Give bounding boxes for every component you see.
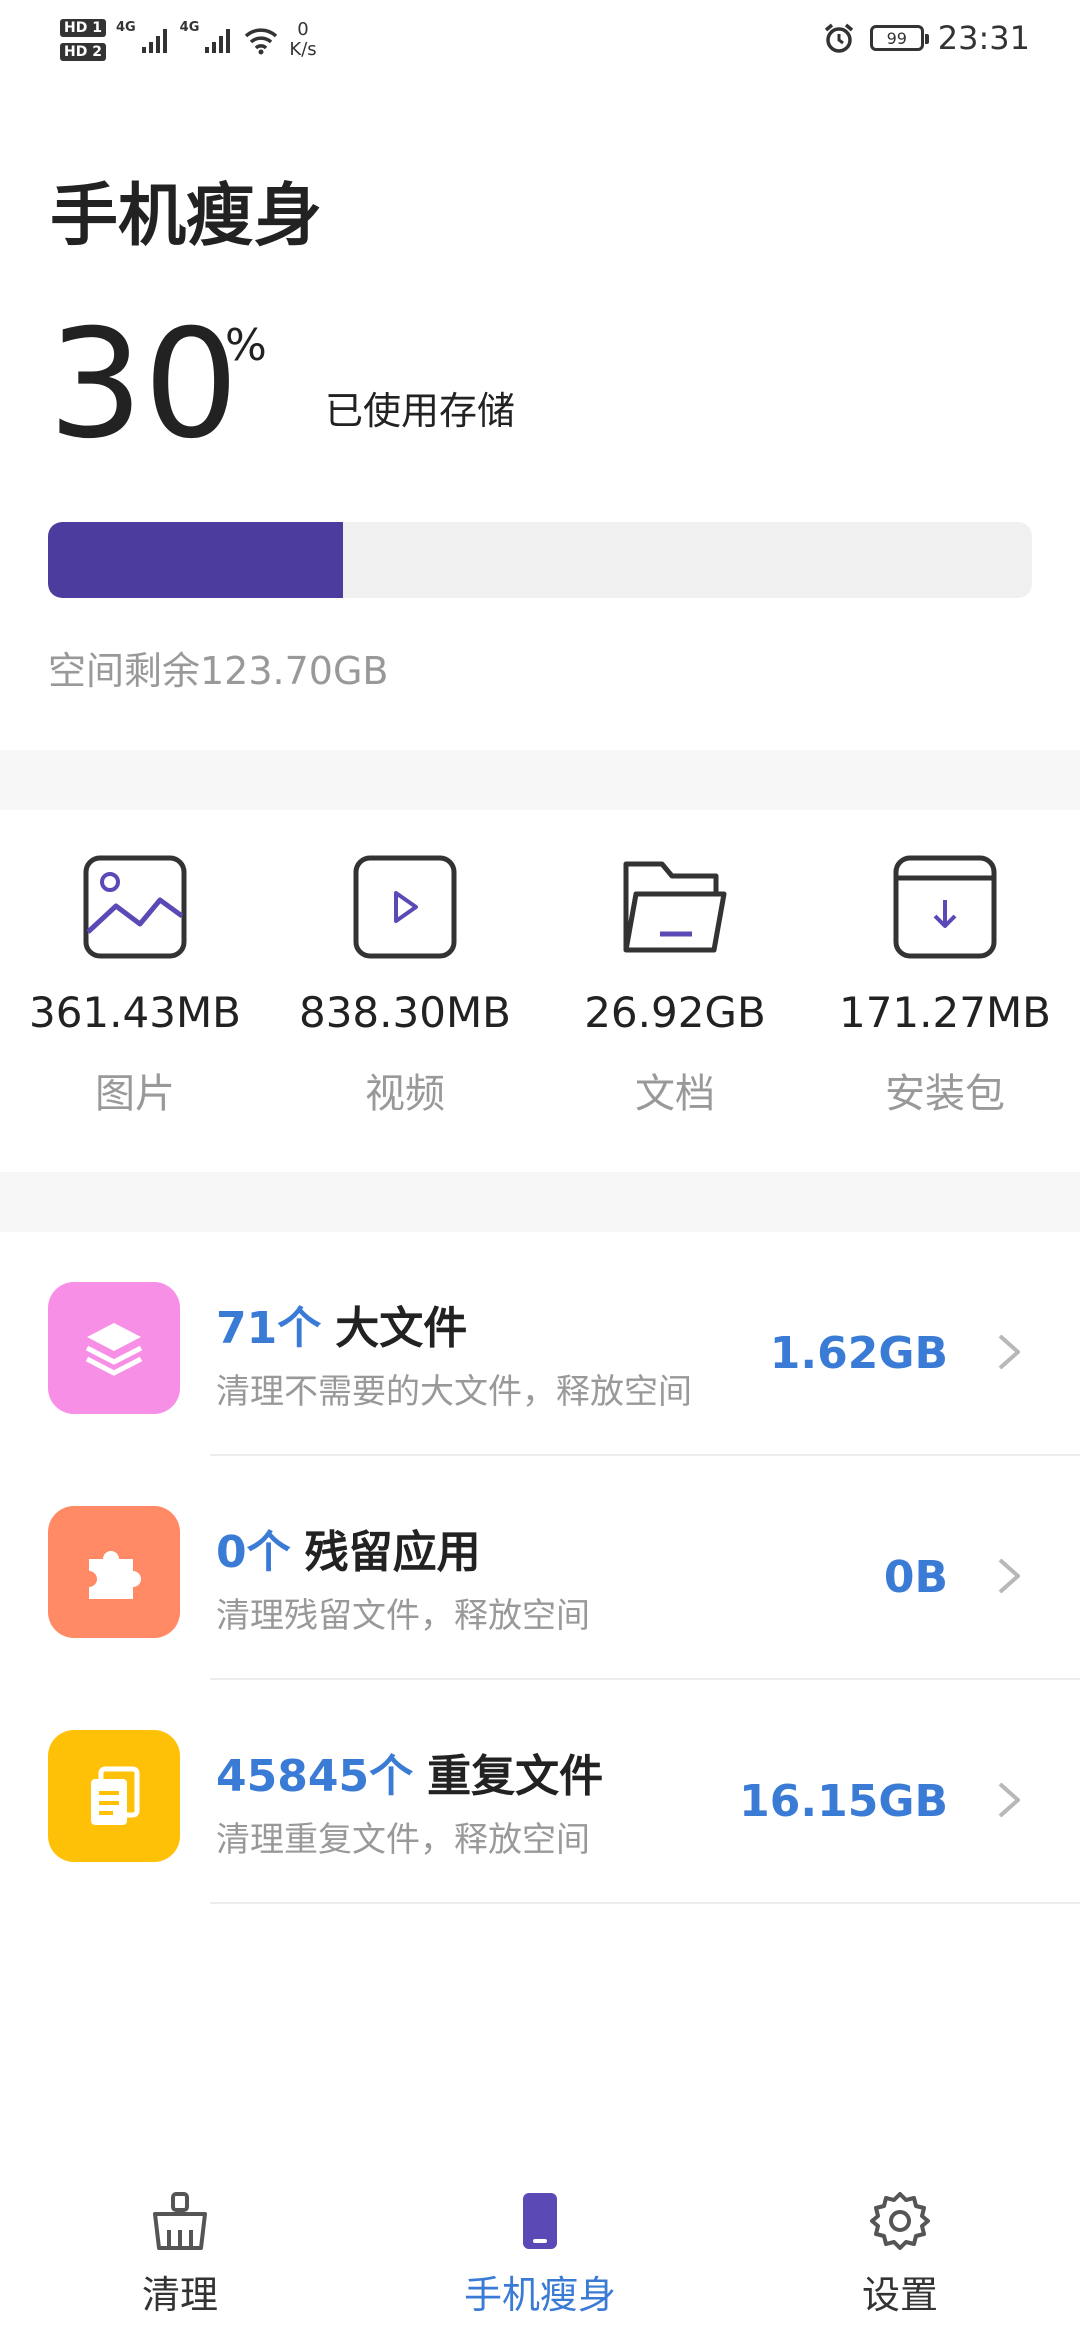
status-bar: HD 1 HD 2 4G 4G 0 K/s 99 23:31 <box>0 0 1080 80</box>
item-description: 清理不需要的大文件，释放空间 <box>216 1372 692 1412</box>
chevron-right-icon <box>998 1782 1020 1818</box>
bottom-nav: 清理 手机瘦身 设置 <box>0 2170 1080 2340</box>
battery-icon: 99 <box>869 25 929 51</box>
nav-label: 设置 <box>861 2273 938 2317</box>
item-title: 71个 大文件 <box>216 1292 467 1356</box>
item-count: 0个 <box>216 1527 291 1578</box>
item-title: 45845个 重复文件 <box>216 1740 603 1804</box>
signal-2-icon <box>205 29 231 53</box>
category-size: 838.30MB <box>298 988 511 1037</box>
clock: 23:31 <box>937 19 1030 57</box>
broom-icon <box>153 2192 207 2250</box>
folder-icon <box>623 861 727 953</box>
image-icon <box>83 855 187 959</box>
alarm-icon <box>824 23 853 53</box>
item-count: 71个 <box>216 1303 322 1354</box>
wifi-icon <box>245 28 278 55</box>
item-name: 残留应用 <box>304 1527 481 1578</box>
chevron-right-icon <box>998 1558 1020 1594</box>
status-right: 99 23:31 <box>822 16 1030 60</box>
percent-symbol: % <box>225 320 267 371</box>
phone-icon <box>523 2193 557 2249</box>
section-divider <box>0 750 1080 810</box>
item-size: 1.62GB <box>769 1328 948 1379</box>
sim2-badge: HD 2 <box>60 43 106 61</box>
video-icon <box>353 855 457 959</box>
category-size: 171.27MB <box>838 988 1051 1037</box>
category-label: 视频 <box>365 1071 445 1117</box>
category-grid: 361.43MB 图片 838.30MB 视频 26.92GB 文档 171.2… <box>0 810 1080 1170</box>
category-size: 361.43MB <box>28 988 241 1037</box>
package-icon <box>893 855 997 959</box>
item-title: 0个 残留应用 <box>216 1516 481 1580</box>
nav-settings[interactable]: 设置 <box>780 2190 1020 2319</box>
remaining-space: 空间剩余123.70GB <box>48 649 389 693</box>
item-name: 重复文件 <box>427 1751 604 1802</box>
item-count: 45845个 <box>216 1751 414 1802</box>
nav-label: 手机瘦身 <box>463 2273 616 2317</box>
list-item-large-files[interactable]: 71个 大文件 清理不需要的大文件，释放空间 1.62GB <box>0 1232 1080 1456</box>
network-type-1: 4G <box>115 19 136 35</box>
used-percent: 30 <box>48 298 239 472</box>
category-images[interactable]: 361.43MB 图片 <box>0 810 270 1119</box>
item-size: 0B <box>883 1552 948 1603</box>
status-left: HD 1 HD 2 4G 4G 0 K/s <box>60 10 317 70</box>
puzzle-icon <box>48 1506 180 1638</box>
item-size: 16.15GB <box>739 1776 948 1827</box>
category-videos[interactable]: 838.30MB 视频 <box>270 810 540 1119</box>
used-storage-label: 已使用存储 <box>325 389 516 433</box>
nav-clean[interactable]: 清理 <box>60 2190 300 2319</box>
nav-label: 清理 <box>141 2273 218 2317</box>
page-title: 手机瘦身 <box>50 177 323 256</box>
layers-icon <box>48 1282 180 1414</box>
nav-slim[interactable]: 手机瘦身 <box>420 2190 660 2319</box>
category-label: 安装包 <box>885 1071 1005 1117</box>
duplicate-files-icon <box>48 1730 180 1862</box>
category-label: 图片 <box>95 1071 175 1117</box>
storage-progress-fill <box>48 522 344 598</box>
speed-value: 0 <box>297 19 309 40</box>
sim1-badge: HD 1 <box>60 19 106 37</box>
gear-icon <box>870 2192 930 2250</box>
chevron-right-icon <box>998 1334 1020 1370</box>
item-description: 清理重复文件，释放空间 <box>216 1820 590 1860</box>
storage-progress-bar <box>48 522 1032 598</box>
item-name: 大文件 <box>335 1303 468 1354</box>
network-type-2: 4G <box>179 19 200 35</box>
category-documents[interactable]: 26.92GB 文档 <box>540 810 810 1119</box>
signal-1-icon <box>141 29 167 53</box>
category-label: 文档 <box>635 1071 715 1117</box>
list-item-residual-apps[interactable]: 0个 残留应用 清理残留文件，释放空间 0B <box>0 1456 1080 1680</box>
section-divider <box>0 1172 1080 1232</box>
battery-level: 99 <box>886 28 907 48</box>
category-size: 26.92GB <box>584 988 766 1037</box>
network-speed: 0 K/s <box>289 20 316 60</box>
list-item-duplicate-files[interactable]: 45845个 重复文件 清理重复文件，释放空间 16.15GB <box>0 1680 1080 1904</box>
speed-unit: K/s <box>289 39 317 60</box>
item-description: 清理残留文件，释放空间 <box>216 1596 590 1636</box>
category-packages[interactable]: 171.27MB 安装包 <box>810 810 1080 1119</box>
item-separator <box>210 1902 1080 1904</box>
sim-badges: HD 1 HD 2 <box>60 19 106 61</box>
